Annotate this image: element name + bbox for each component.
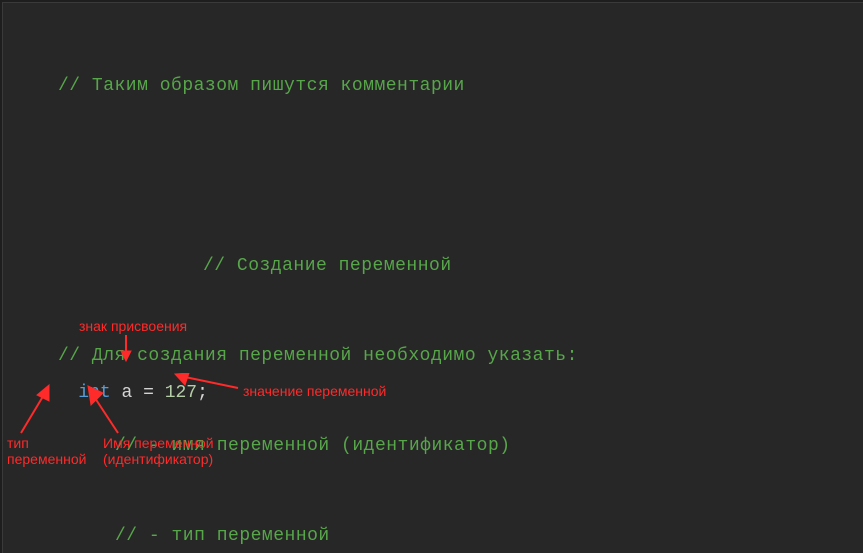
comment-line-2: // Создание переменной [3,256,452,276]
arrow-value-icon [173,373,243,395]
annotation-type-label: тип переменной [7,435,86,467]
comment-line-5: // - тип переменной [3,526,330,546]
code-editor: // Таким образом пишутся комментарии // … [2,2,863,553]
arrow-assign-icon [116,333,136,363]
annotation-value-label: значение переменной [243,383,386,399]
annotation-assign-label: знак присвоения [79,318,187,334]
arrow-ident-icon [83,383,133,435]
comment-line-1: // Таким образом пишутся комментарии [3,76,465,96]
assign-operator: = [143,383,154,403]
annotation-ident-label: Имя переменной (идентификатор) [103,435,214,467]
arrow-type-icon [13,383,63,435]
code-block: // Таким образом пишутся комментарии // … [3,3,578,553]
